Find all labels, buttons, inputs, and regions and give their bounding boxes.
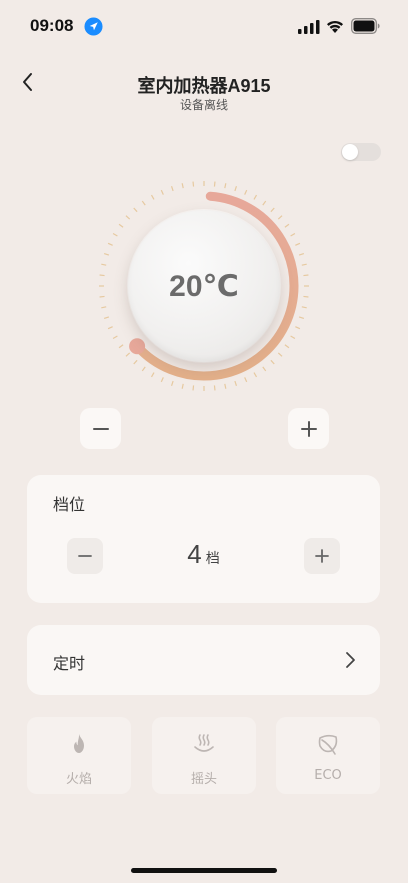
- wifi-icon: [327, 20, 343, 33]
- dial-tick: [112, 232, 118, 237]
- dial-knob: 20℃: [128, 210, 280, 362]
- location-arrow-icon: [84, 17, 103, 36]
- battery-icon: [351, 18, 380, 34]
- dial-tick: [99, 295, 105, 298]
- mode-eco-button[interactable]: ECO: [276, 717, 380, 794]
- temperature-increase-button[interactable]: [288, 408, 329, 449]
- dial-tick: [213, 181, 216, 187]
- timer-row[interactable]: 定时: [27, 625, 380, 695]
- dial-tick: [103, 252, 110, 256]
- dial-tick: [141, 366, 146, 372]
- dial-tick: [270, 207, 275, 213]
- chevron-right-icon: [346, 652, 355, 668]
- timer-label: 定时: [53, 654, 86, 673]
- dial-tick: [284, 344, 290, 349]
- dial-tick: [125, 352, 131, 357]
- dial-tick: [253, 372, 258, 378]
- dial-tick: [290, 335, 296, 340]
- dial-tick: [277, 215, 283, 220]
- minus-icon: [92, 427, 109, 430]
- signal-icon: [298, 20, 320, 34]
- dial-tick: [150, 372, 155, 378]
- dial-tick: [301, 306, 307, 309]
- dial-tick: [270, 359, 275, 365]
- dial-tick: [295, 326, 301, 330]
- dial-tick: [103, 316, 110, 320]
- dial-tick: [284, 223, 290, 228]
- dial-tick: [112, 335, 118, 340]
- status-bar: 09:08: [0, 0, 408, 54]
- mode-swing-button[interactable]: 摇头: [152, 717, 256, 794]
- dial-tick: [133, 359, 138, 365]
- plus-icon: [300, 420, 317, 437]
- status-time: 09:08: [30, 16, 74, 35]
- dial-tick: [303, 274, 309, 277]
- plus-icon: [315, 549, 329, 563]
- toggle-knob: [342, 144, 358, 160]
- gear-title: 档位: [53, 495, 86, 514]
- dial-tick: [107, 326, 113, 330]
- mode-eco-label: ECO: [314, 768, 342, 783]
- mode-flame-button[interactable]: 火焰: [27, 717, 131, 794]
- dial-tick: [101, 263, 107, 266]
- dial-tick: [298, 316, 305, 320]
- swing-icon: [194, 734, 214, 752]
- dial-tick: [133, 207, 138, 213]
- dial-tick: [253, 194, 258, 200]
- gear-increase-button[interactable]: [304, 538, 340, 574]
- dial-tick: [118, 223, 124, 228]
- power-toggle[interactable]: [341, 143, 381, 161]
- device-status: 设备离线: [179, 98, 228, 112]
- dial-tick: [192, 385, 195, 391]
- dial-tick: [262, 366, 267, 372]
- dial-tick: [181, 383, 184, 389]
- dial-tick: [101, 306, 107, 309]
- dial-tick: [244, 377, 248, 383]
- dial-tick: [234, 185, 238, 192]
- dial-tick: [181, 183, 184, 189]
- dial-tick: [160, 189, 164, 195]
- dial-tick: [125, 215, 131, 220]
- home-indicator: [131, 868, 277, 873]
- temperature-decrease-button[interactable]: [80, 408, 121, 449]
- gear-unit: 档: [205, 551, 220, 567]
- dial-tick: [224, 383, 227, 389]
- dial-tick: [192, 181, 195, 187]
- mode-swing-label: 摇头: [190, 772, 217, 787]
- dial-tick: [301, 263, 307, 266]
- gear-card: 档位 4档: [27, 475, 380, 603]
- dial-tick: [170, 380, 174, 387]
- temperature-dial[interactable]: 20℃: [98, 180, 310, 392]
- dial-tick: [160, 377, 164, 383]
- dial-tick: [213, 385, 216, 391]
- dial-tick: [262, 200, 267, 206]
- dial-handle[interactable]: [129, 338, 146, 355]
- temperature-value: 20℃: [169, 269, 239, 303]
- gear-number: 4: [187, 539, 202, 569]
- dial-tick: [303, 295, 309, 298]
- dial-tick: [170, 185, 174, 192]
- dial-tick: [118, 344, 124, 349]
- dial-tick: [295, 242, 301, 246]
- dial-tick: [277, 352, 283, 357]
- dial-tick: [290, 232, 296, 237]
- dial-tick: [99, 274, 105, 277]
- dial-tick: [150, 194, 155, 200]
- leaf-icon: [318, 734, 338, 755]
- dial-tick: [298, 252, 305, 256]
- dial-tick: [224, 183, 227, 189]
- page-title: 室内加热器A915: [137, 76, 271, 96]
- dial-tick: [107, 242, 113, 246]
- dial-tick: [234, 380, 238, 387]
- dial-tick: [141, 200, 146, 206]
- flame-icon: [74, 734, 84, 753]
- dial-tick: [244, 189, 248, 195]
- mode-flame-label: 火焰: [65, 772, 92, 787]
